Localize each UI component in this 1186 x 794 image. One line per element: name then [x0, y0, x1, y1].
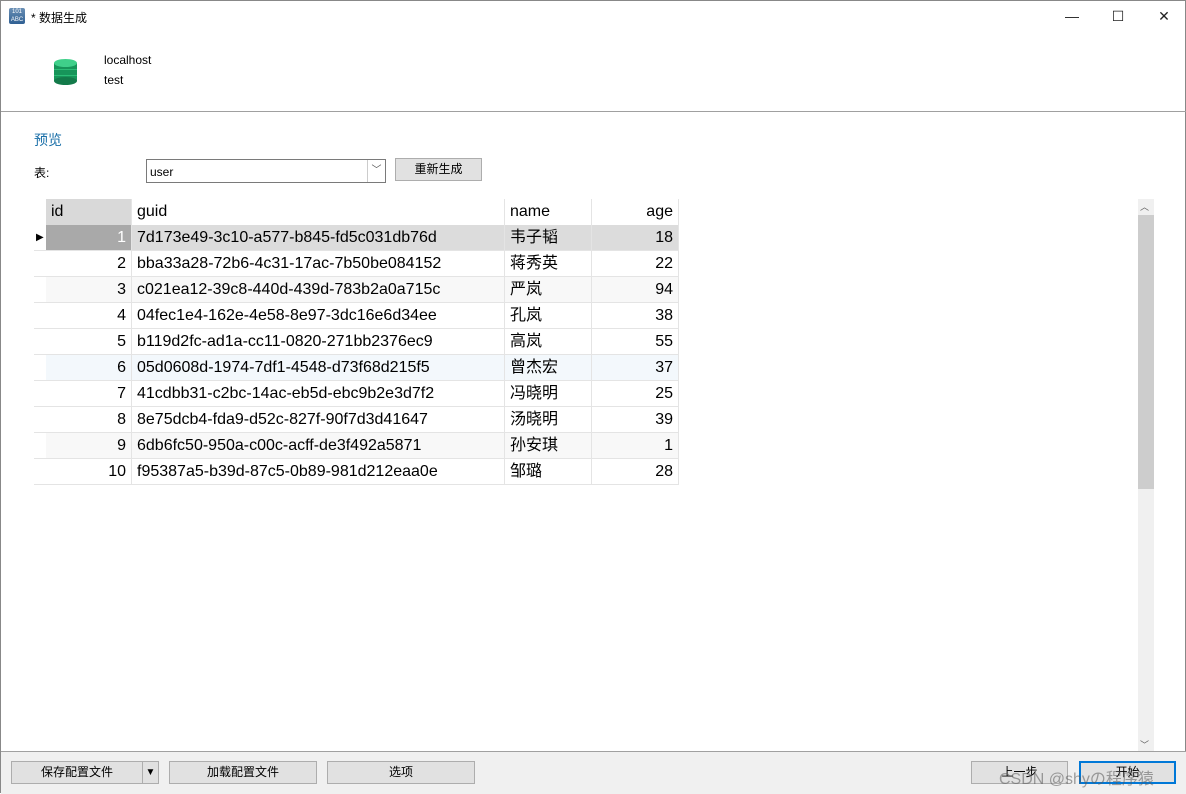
cell-id[interactable]: 8	[46, 407, 132, 433]
options-button[interactable]: 选项	[327, 761, 475, 784]
cell-guid[interactable]: 41cdbb31-c2bc-14ac-eb5d-ebc9b2e3d7f2	[132, 381, 505, 407]
scrollbar-thumb[interactable]	[1138, 215, 1154, 489]
row-header[interactable]	[34, 251, 46, 277]
cell-age[interactable]: 1	[592, 433, 679, 459]
cell-id[interactable]: 9	[46, 433, 132, 459]
cell-name[interactable]: 汤晓明	[505, 407, 592, 433]
cell-name[interactable]: 孙安琪	[505, 433, 592, 459]
cell-name[interactable]: 韦子韬	[505, 225, 592, 251]
cell-name[interactable]: 冯晓明	[505, 381, 592, 407]
row-header[interactable]	[34, 329, 46, 355]
cell-guid[interactable]: b119d2fc-ad1a-cc11-0820-271bb2376ec9	[132, 329, 505, 355]
cell-guid[interactable]: 7d173e49-3c10-a577-b845-fd5c031db76d	[132, 225, 505, 251]
chevron-down-icon: ﹀	[367, 160, 385, 182]
cell-age[interactable]: 55	[592, 329, 679, 355]
cell-age[interactable]: 22	[592, 251, 679, 277]
save-config-button[interactable]: 保存配置文件	[11, 761, 143, 784]
cell-id[interactable]: 1	[46, 225, 132, 251]
title-bar: 101 ABC * 数据生成 — ☐ ✕	[1, 1, 1186, 31]
table-row[interactable]: ▶ 1 7d173e49-3c10-a577-b845-fd5c031db76d 韦子…	[34, 225, 679, 251]
cell-id[interactable]: 7	[46, 381, 132, 407]
connection-header	[1, 31, 1186, 112]
cell-age[interactable]: 37	[592, 355, 679, 381]
table-row[interactable]: 9 6db6fc50-950a-c00c-acff-de3f492a5871 孙安琪…	[34, 433, 679, 459]
grid-header: id guid name age	[34, 199, 679, 225]
column-header-guid[interactable]: guid	[132, 199, 505, 225]
cell-age[interactable]: 39	[592, 407, 679, 433]
minimize-button[interactable]: —	[1049, 1, 1095, 31]
load-config-button[interactable]: 加载配置文件	[169, 761, 317, 784]
column-header-name[interactable]: name	[505, 199, 592, 225]
regenerate-button[interactable]: 重新生成	[395, 158, 482, 181]
cell-name[interactable]: 曾杰宏	[505, 355, 592, 381]
row-header[interactable]	[34, 303, 46, 329]
cell-name[interactable]: 蒋秀英	[505, 251, 592, 277]
preview-heading: 预览	[34, 132, 62, 148]
host-label: localhost	[104, 53, 152, 67]
cell-guid[interactable]: bba33a28-72b6-4c31-17ac-7b50be084152	[132, 251, 505, 277]
cell-guid[interactable]: 05d0608d-1974-7df1-4548-d73f68d215f5	[132, 355, 505, 381]
row-header[interactable]: ▶	[34, 225, 46, 251]
row-header[interactable]	[34, 277, 46, 303]
column-header-age[interactable]: age	[592, 199, 679, 225]
row-header[interactable]	[34, 381, 46, 407]
database-label: test	[104, 73, 124, 87]
row-header[interactable]	[34, 459, 46, 485]
table-select[interactable]: user ﹀	[146, 159, 386, 183]
table-row[interactable]: 5 b119d2fc-ad1a-cc11-0820-271bb2376ec9 高岚 5…	[34, 329, 679, 355]
cell-id[interactable]: 10	[46, 459, 132, 485]
table-row[interactable]: 6 05d0608d-1974-7df1-4548-d73f68d215f5 曾杰宏…	[34, 355, 679, 381]
cell-age[interactable]: 38	[592, 303, 679, 329]
table-row[interactable]: 2 bba33a28-72b6-4c31-17ac-7b50be084152 蒋秀英…	[34, 251, 679, 277]
database-icon	[54, 59, 77, 85]
current-row-icon: ▶	[36, 232, 44, 243]
cell-name[interactable]: 孔岚	[505, 303, 592, 329]
table-row[interactable]: 4 04fec1e4-162e-4e58-8e97-3dc16e6d34ee 孔岚 3…	[34, 303, 679, 329]
watermark: CSDN @shyの程序猿	[999, 771, 1154, 788]
cell-guid[interactable]: 8e75dcb4-fda9-d52c-827f-90f7d3d41647	[132, 407, 505, 433]
column-header-id[interactable]: id	[46, 199, 132, 225]
cell-age[interactable]: 18	[592, 225, 679, 251]
cell-guid[interactable]: c021ea12-39c8-440d-439d-783b2a0a715c	[132, 277, 505, 303]
row-header[interactable]	[34, 355, 46, 381]
cell-id[interactable]: 5	[46, 329, 132, 355]
cell-id[interactable]: 2	[46, 251, 132, 277]
table-label: 表:	[34, 166, 50, 180]
scroll-down-icon[interactable]: ﹀	[1140, 738, 1149, 751]
close-button[interactable]: ✕	[1141, 1, 1186, 31]
window-title: * 数据生成	[31, 11, 88, 25]
cell-id[interactable]: 3	[46, 277, 132, 303]
maximize-button[interactable]: ☐	[1095, 1, 1141, 31]
cell-age[interactable]: 94	[592, 277, 679, 303]
row-header[interactable]	[34, 433, 46, 459]
table-row[interactable]: 8 8e75dcb4-fda9-d52c-827f-90f7d3d41647 汤晓明…	[34, 407, 679, 433]
table-row[interactable]: 3 c021ea12-39c8-440d-439d-783b2a0a715c 严岚 9…	[34, 277, 679, 303]
cell-id[interactable]: 4	[46, 303, 132, 329]
cell-name[interactable]: 高岚	[505, 329, 592, 355]
cell-name[interactable]: 严岚	[505, 277, 592, 303]
table-row[interactable]: 10 f95387a5-b39d-87c5-0b89-981d212eaa0e 邹璐…	[34, 459, 679, 485]
table-select-value: user	[150, 165, 174, 179]
scroll-up-icon[interactable]: ︿	[1140, 200, 1149, 213]
cell-name[interactable]: 邹璐	[505, 459, 592, 485]
cell-age[interactable]: 25	[592, 381, 679, 407]
cell-age[interactable]: 28	[592, 459, 679, 485]
save-config-dropdown-icon[interactable]: ▼	[142, 761, 159, 784]
app-icon: 101 ABC	[9, 8, 25, 24]
cell-guid[interactable]: 04fec1e4-162e-4e58-8e97-3dc16e6d34ee	[132, 303, 505, 329]
cell-id[interactable]: 6	[46, 355, 132, 381]
cell-guid[interactable]: f95387a5-b39d-87c5-0b89-981d212eaa0e	[132, 459, 505, 485]
cell-guid[interactable]: 6db6fc50-950a-c00c-acff-de3f492a5871	[132, 433, 505, 459]
row-header[interactable]	[34, 407, 46, 433]
table-row[interactable]: 7 41cdbb31-c2bc-14ac-eb5d-ebc9b2e3d7f2 冯晓明…	[34, 381, 679, 407]
